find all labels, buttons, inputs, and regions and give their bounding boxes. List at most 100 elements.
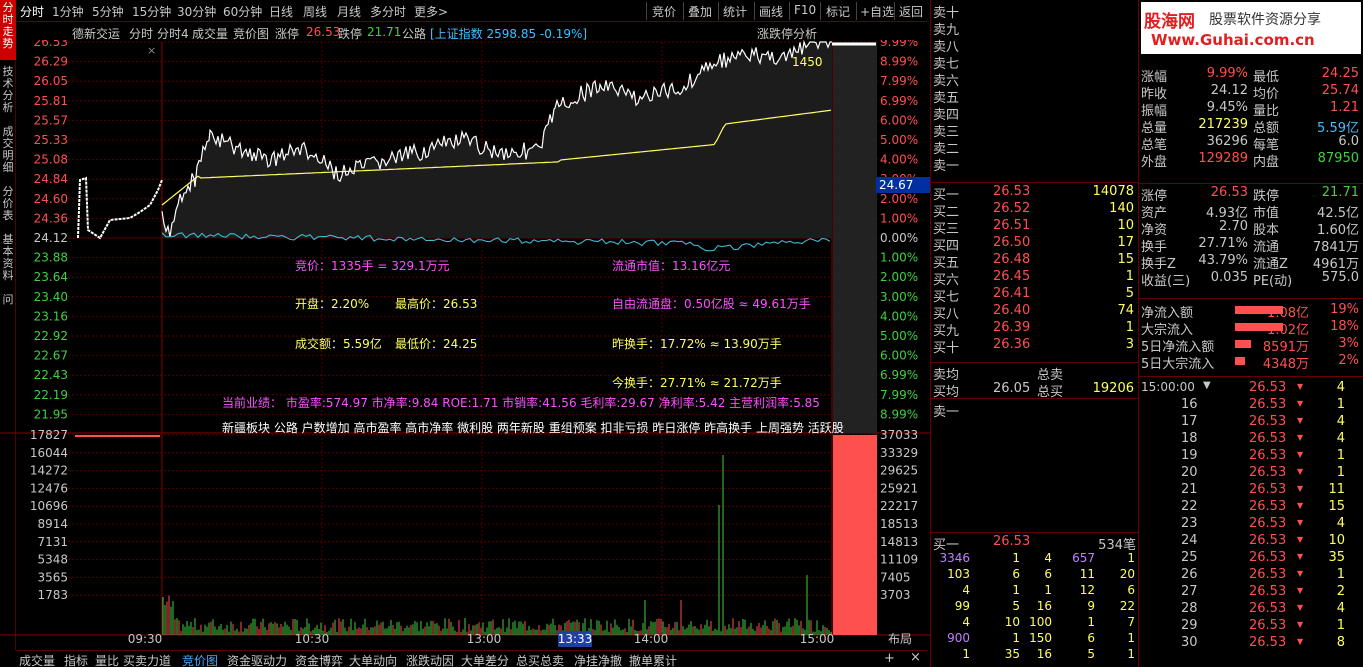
tab-daily[interactable]: 日线 <box>269 3 293 20</box>
bottom-tab-12[interactable]: 撤单累计 <box>629 652 677 667</box>
time-tick-label: 10:30 <box>295 632 330 646</box>
tab-intraday[interactable]: 分时 <box>20 3 44 20</box>
stat-value: 25.74 <box>1321 83 1359 98</box>
tick-volume: 8 <box>1336 635 1345 650</box>
divider <box>931 532 1139 533</box>
tick-price: 26.53 <box>1249 499 1287 514</box>
volume-tick-label: 5348 <box>37 553 68 567</box>
bottom-tab-3[interactable]: 买卖力道 <box>123 652 171 667</box>
bottom-tab-2[interactable]: 量比 <box>95 652 119 667</box>
tick-time: 17 <box>1181 414 1198 429</box>
tick-volume: 1 <box>1336 465 1345 480</box>
pct-tick-label: 8.99% <box>880 407 918 421</box>
stats-button[interactable]: 统计 <box>723 3 747 20</box>
queue-order: 11 <box>1079 567 1095 581</box>
pct-tick-label: 4.00% <box>880 309 918 323</box>
overlay-l3a: 成交额：5.59亿 <box>295 336 382 351</box>
bottom-tab-6[interactable]: 资金博弈 <box>295 652 343 667</box>
draw-button[interactable]: 画线 <box>759 3 783 20</box>
bidding-button[interactable]: 竞价 <box>652 3 676 20</box>
price-tick-label: 22.67 <box>34 349 68 363</box>
volume-tick-label: 3565 <box>37 570 68 584</box>
tab-60min[interactable]: 60分钟 <box>223 3 262 20</box>
queue-order: 4 <box>962 583 970 597</box>
flow-pct: 19% <box>1330 302 1359 317</box>
pct-tick-label: 5.00% <box>880 329 918 343</box>
queue-order: 1 <box>1127 647 1135 661</box>
price-tick-label: 22.92 <box>34 329 68 343</box>
overlay-button[interactable]: 叠加 <box>688 3 712 20</box>
pct-tick-label: 1.00% <box>880 211 918 225</box>
tab-15min[interactable]: 15分钟 <box>132 3 171 20</box>
tick-arrow-icon: ▼ <box>1297 416 1304 425</box>
queue-order: 657 <box>1072 551 1095 565</box>
chevron-down-icon[interactable]: ▼ <box>1203 380 1211 391</box>
tab-1min[interactable]: 1分钟 <box>52 3 84 20</box>
stat-value: 575.0 <box>1321 270 1359 285</box>
bottom-tab-7[interactable]: 大单动向 <box>349 652 397 667</box>
buy-level-volume: 10 <box>1117 218 1134 233</box>
divider <box>1139 183 1363 184</box>
bottom-tab-1[interactable]: 指标 <box>64 652 88 667</box>
queue-order: 150 <box>1029 631 1052 645</box>
bottom-tab-4[interactable]: 竞价图 <box>182 652 218 667</box>
tick-time: 30 <box>1181 635 1198 650</box>
stats-panel: 股海网 股票软件资源分享 Www.Guhai.com.cn 涨幅 9.99% 最低 24.2… <box>1138 0 1363 667</box>
tab-multi-intraday[interactable]: 多分时 <box>370 3 406 20</box>
bottom-tab-0[interactable]: 成交量 <box>19 652 55 667</box>
buy-avg-value: 26.05 <box>993 381 1031 396</box>
tab-monthly[interactable]: 月线 <box>337 3 361 20</box>
stat-value: 27.71% <box>1198 236 1248 251</box>
bottom-tab-5[interactable]: 资金驱动力 <box>227 652 287 667</box>
queue-order: 1 <box>962 647 970 661</box>
divider <box>931 362 1139 363</box>
queue-order: 99 <box>954 599 970 613</box>
close-icon[interactable]: × <box>147 44 156 57</box>
tick-volume: 1 <box>1336 397 1345 412</box>
divider <box>1139 298 1363 299</box>
intraday-chart[interactable]: 26.53 26.29 26.05 25.81 25.57 25.33 25.08 24.84… <box>0 40 930 650</box>
tab-more[interactable]: 更多> <box>414 3 448 20</box>
tick-arrow-icon: ▼ <box>1297 535 1304 544</box>
bottom-tab-9[interactable]: 大单差分 <box>461 652 509 667</box>
buy-level-volume: 17 <box>1117 235 1134 250</box>
buy-level-volume: 5 <box>1125 286 1134 301</box>
volume-tick-label: 17827 <box>30 428 68 442</box>
back-button[interactable]: 返回 <box>899 3 923 20</box>
price-tick-label: 22.19 <box>34 388 68 402</box>
sell-level-label: 卖一 <box>933 159 960 174</box>
f10-button[interactable]: F10 <box>794 3 816 17</box>
tab-30min[interactable]: 30分钟 <box>177 3 216 20</box>
price-tick-label: 25.81 <box>34 94 68 108</box>
volume-tick-label: 1783 <box>37 588 68 602</box>
time-tick-label: 15:00 <box>800 632 835 646</box>
add-indicator-button[interactable]: + <box>884 651 895 666</box>
tick-time: 28 <box>1181 601 1198 616</box>
close-indicator-button[interactable]: × <box>910 650 921 665</box>
volume-tick-label-right: 7405 <box>880 570 911 584</box>
queue-order: 900 <box>947 631 970 645</box>
tab-5min[interactable]: 5分钟 <box>92 3 124 20</box>
queue-order: 1 <box>1012 551 1020 565</box>
mark-button[interactable]: 标记 <box>826 3 850 20</box>
logo-text-b: 股票软件资源分享 <box>1209 12 1321 28</box>
stat-label: 内盘 <box>1253 155 1280 170</box>
pct-tick-label: 6.99% <box>880 368 918 382</box>
logo-text-c: Www.Guhai.com.cn <box>1151 31 1315 49</box>
price-tick-label: 25.08 <box>34 153 68 167</box>
stat-label: 收益(三) <box>1141 274 1191 289</box>
closing-auction-volume <box>833 435 877 635</box>
tab-weekly[interactable]: 周线 <box>303 3 327 20</box>
flow-pct: 3% <box>1338 336 1359 351</box>
add-watchlist-button[interactable]: +自选 <box>860 3 894 20</box>
layout-button[interactable]: 布局 <box>888 632 912 646</box>
stat-value: 24.12 <box>1210 83 1248 98</box>
queue-order: 6 <box>1087 631 1095 645</box>
bottom-tab-8[interactable]: 涨跌动因 <box>406 652 454 667</box>
pct-tick-label: 6.99% <box>880 94 918 108</box>
overlay-l3b: 最低价：24.25 <box>395 337 477 351</box>
bottom-tab-10[interactable]: 总买总卖 <box>516 652 564 667</box>
tick-volume: 4 <box>1336 516 1345 531</box>
volume-tick-label-right: 22217 <box>880 499 918 513</box>
bottom-tab-11[interactable]: 净挂净撤 <box>574 652 622 667</box>
